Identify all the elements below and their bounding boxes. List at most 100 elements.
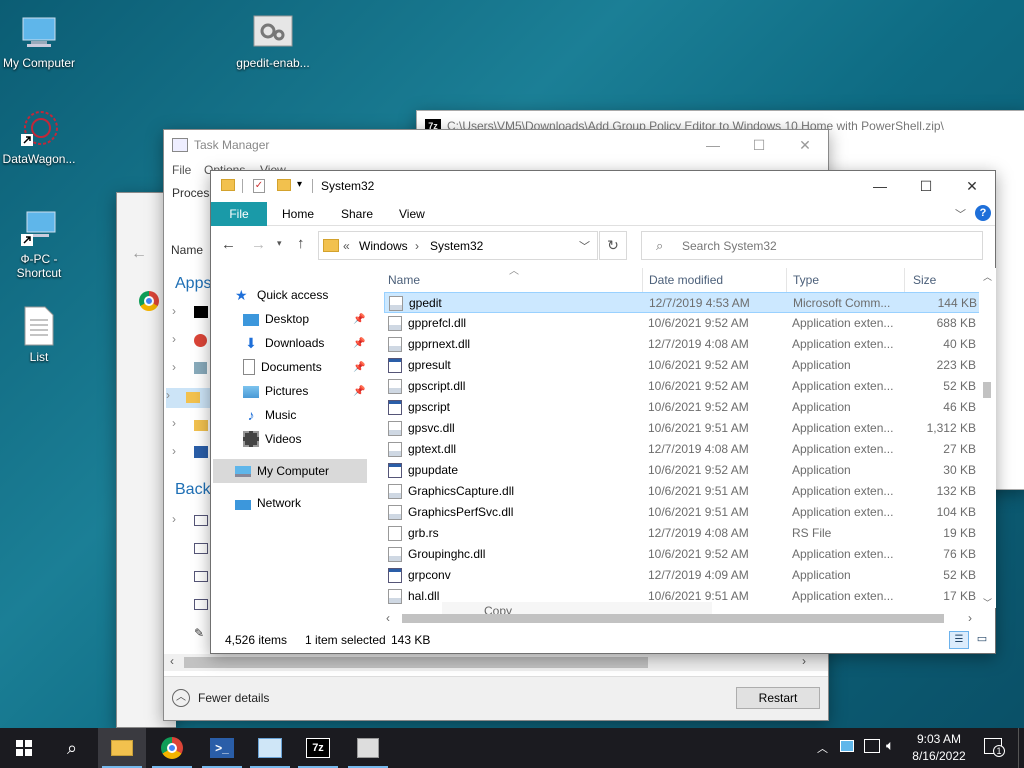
taskbar-script[interactable] <box>344 728 392 768</box>
nav-videos[interactable]: Videos <box>243 427 399 451</box>
column-size[interactable]: Size <box>909 268 989 292</box>
tm-bg-row[interactable] <box>172 596 212 616</box>
pin-icon[interactable]: 📌 <box>353 362 365 373</box>
recent-locations-button[interactable]: ▾ <box>277 238 282 249</box>
tm-row-app3[interactable]: › <box>172 360 212 380</box>
tm-column-name[interactable]: Name <box>171 243 203 257</box>
nav-documents[interactable]: Documents 📌 <box>243 355 399 379</box>
restart-button[interactable]: Restart <box>736 687 820 709</box>
up-button[interactable]: ↑ <box>297 235 305 252</box>
taskbar-7zip[interactable]: 7z <box>294 728 342 768</box>
tm-row-explorer2[interactable]: › <box>172 416 212 436</box>
back-button[interactable]: ← <box>221 236 236 253</box>
file-row[interactable]: grpconv 12/7/2019 4:09 AM Application 52 KB <box>384 565 984 586</box>
scroll-left-arrow-icon[interactable]: ‹ <box>386 611 390 625</box>
network-icon[interactable] <box>864 739 880 753</box>
forward-button[interactable]: → <box>251 236 266 253</box>
new-folder-icon[interactable] <box>277 179 291 191</box>
column-name[interactable]: Name <box>384 268 643 292</box>
volume-icon[interactable]: 🔈︎ <box>886 737 894 754</box>
file-row[interactable]: gpscript 10/6/2021 9:52 AM Application 46 K… <box>384 397 984 418</box>
scroll-right-arrow-icon[interactable]: › <box>968 611 972 625</box>
nav-downloads[interactable]: ⬇ Downloads 📌 <box>243 331 399 355</box>
nav-my-computer[interactable]: My Computer <box>213 459 367 483</box>
pin-icon[interactable]: 📌 <box>353 314 365 325</box>
file-row[interactable]: gpedit 12/7/2019 4:53 AM Microsoft Comm...… <box>384 292 984 313</box>
desktop-icon-list[interactable]: List <box>0 306 81 364</box>
ribbon-tab-file[interactable]: File <box>211 202 267 226</box>
address-part-windows[interactable]: Windows <box>359 239 408 253</box>
vertical-scrollbar[interactable]: ︿ ﹀ <box>979 268 996 608</box>
scroll-left-arrow-icon[interactable]: ‹ <box>170 654 174 668</box>
address-dropdown-icon[interactable]: ﹀ <box>579 238 590 254</box>
scroll-thumb[interactable] <box>983 382 991 398</box>
help-icon[interactable]: ? <box>975 205 991 221</box>
explorer-titlebar[interactable]: ✓ ▾ System32 — ☐ ✕ <box>211 171 995 201</box>
taskbar-powershell[interactable]: >_ <box>198 728 246 768</box>
file-list[interactable]: ︿ Name Date modified Type Size gpedit 12/… <box>384 266 996 625</box>
file-row[interactable]: gpprefcl.dll 10/6/2021 9:52 AM Application… <box>384 313 984 334</box>
file-row[interactable]: GraphicsPerfSvc.dll 10/6/2021 9:51 AM Appl… <box>384 502 984 523</box>
show-desktop-button[interactable] <box>1018 728 1024 768</box>
desktop-icon-my-computer[interactable]: My Computer <box>0 12 81 70</box>
file-row[interactable]: Groupinghc.dll 10/6/2021 9:52 AM Applicati… <box>384 544 984 565</box>
ribbon-tab-share[interactable]: Share <box>327 202 387 226</box>
close-button[interactable]: ✕ <box>949 171 995 201</box>
pin-icon[interactable]: 📌 <box>353 338 365 349</box>
nav-music[interactable]: ♪ Music <box>243 403 399 427</box>
tm-bg-row[interactable]: › <box>172 512 212 532</box>
fewer-details-icon[interactable]: ︿ <box>172 689 190 707</box>
nav-desktop[interactable]: Desktop 📌 <box>243 307 399 331</box>
scroll-right-arrow-icon[interactable]: › <box>802 654 806 668</box>
scroll-down-arrow-icon[interactable]: ﹀ <box>983 596 992 609</box>
minimize-button[interactable]: — <box>857 171 903 201</box>
large-icons-view-icon[interactable]: ▭ <box>973 631 991 649</box>
scroll-thumb[interactable] <box>184 657 648 668</box>
notification-center-icon[interactable]: 1 <box>984 738 1005 757</box>
tm-bg-row[interactable]: ✎ <box>172 624 212 644</box>
file-row[interactable]: gpsvc.dll 10/6/2021 9:51 AM Application ex… <box>384 418 984 439</box>
tm-row-7zip[interactable]: › <box>172 304 212 324</box>
file-row[interactable]: grb.rs 12/7/2019 4:08 AM RS File 19 KB <box>384 523 984 544</box>
tm-close-button[interactable]: ✕ <box>782 130 828 160</box>
tm-row-powershell[interactable]: › <box>172 444 212 464</box>
scroll-thumb[interactable] <box>402 614 944 623</box>
taskbar-chrome[interactable] <box>148 728 196 768</box>
file-row[interactable]: gptext.dll 12/7/2019 4:08 AM Application e… <box>384 439 984 460</box>
details-view-icon[interactable]: ☰ <box>949 631 969 649</box>
horizontal-scrollbar[interactable]: ‹ › <box>384 610 984 627</box>
tm-tab-processes[interactable]: Process <box>172 186 215 200</box>
start-button[interactable] <box>0 728 48 768</box>
taskbar-task-manager[interactable] <box>246 728 294 768</box>
tm-minimize-button[interactable]: — <box>690 130 736 160</box>
desktop-icon-gpedit-enabler[interactable]: gpedit-enab... <box>231 12 315 70</box>
tm-maximize-button[interactable]: ☐ <box>736 130 782 160</box>
nav-network[interactable]: Network <box>235 491 391 515</box>
file-row[interactable]: GraphicsCapture.dll 10/6/2021 9:51 AM Appl… <box>384 481 984 502</box>
file-row[interactable]: gpupdate 10/6/2021 9:52 AM Application 30 K… <box>384 460 984 481</box>
fewer-details-link[interactable]: Fewer details <box>198 691 269 705</box>
tm-horizontal-scrollbar[interactable]: ‹ › <box>164 654 828 671</box>
search-button[interactable]: ⌕ <box>48 728 96 768</box>
expand-ribbon-icon[interactable]: ﹀ <box>955 206 966 222</box>
tm-row-chrome[interactable]: › <box>172 332 212 352</box>
maximize-button[interactable]: ☐ <box>903 171 949 201</box>
ribbon-tab-view[interactable]: View <box>385 202 439 226</box>
search-box[interactable]: ⌕ Search System32 <box>641 231 983 260</box>
scroll-up-arrow-icon[interactable]: ︿ <box>983 270 992 283</box>
taskbar-file-explorer[interactable] <box>98 728 146 768</box>
column-date-modified[interactable]: Date modified <box>645 268 787 292</box>
tm-row-explorer[interactable]: › <box>166 388 212 408</box>
file-explorer-window[interactable]: ✓ ▾ System32 — ☐ ✕ File Home Share View … <box>210 170 996 654</box>
tray-app-icon[interactable] <box>840 740 854 752</box>
navigation-pane[interactable]: ★ Quick access Desktop 📌 ⬇ Downloads 📌 D… <box>211 267 381 621</box>
tray-overflow-icon[interactable]: ︿ <box>817 740 828 756</box>
address-part-system32[interactable]: System32 <box>430 239 483 253</box>
nav-quick-access[interactable]: ★ Quick access <box>235 283 391 307</box>
pin-icon[interactable]: 📌 <box>353 386 365 397</box>
file-row[interactable]: gpscript.dll 10/6/2021 9:52 AM Application… <box>384 376 984 397</box>
column-type[interactable]: Type <box>789 268 905 292</box>
file-row[interactable]: gpprnext.dll 12/7/2019 4:08 AM Application… <box>384 334 984 355</box>
desktop-icon-datawagon[interactable]: DataWagon... <box>0 108 81 166</box>
address-overflow-chevron[interactable]: « <box>343 239 350 253</box>
